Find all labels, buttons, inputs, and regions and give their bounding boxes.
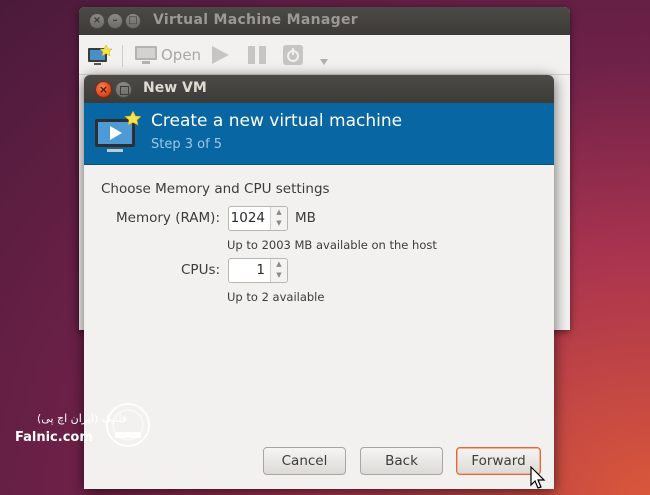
- mouse-cursor-icon: [530, 465, 546, 494]
- section-label: Choose Memory and CPU settings: [101, 181, 330, 197]
- toolbar-separator: [122, 45, 123, 67]
- play-icon[interactable]: [209, 44, 231, 70]
- cancel-button[interactable]: Cancel: [263, 447, 346, 475]
- virtual-machine-icon: [93, 110, 142, 161]
- toolbar: Open: [79, 35, 570, 75]
- watermark-text-en: Falnic.com: [15, 430, 93, 445]
- minimize-icon[interactable]: –: [107, 13, 123, 29]
- chevron-up-icon[interactable]: ▲: [271, 259, 287, 270]
- vm-manager-titlebar: × – □ Virtual Machine Manager: [79, 7, 570, 35]
- window-title: Virtual Machine Manager: [153, 12, 358, 28]
- dialog-titlebar: × New VM: [84, 75, 554, 103]
- cpus-spinbox[interactable]: 1 ▲ ▼: [228, 258, 288, 283]
- open-button-label[interactable]: Open: [161, 46, 201, 64]
- cpus-label: CPUs:: [181, 262, 221, 278]
- chevron-down-icon[interactable]: ▼: [271, 270, 287, 281]
- chevron-up-icon[interactable]: ▲: [271, 207, 287, 218]
- pause-icon[interactable]: [246, 44, 268, 70]
- falnic-logo-icon: [105, 402, 151, 452]
- maximize-icon[interactable]: □: [125, 13, 141, 29]
- chevron-down-icon[interactable]: [319, 51, 329, 70]
- wizard-title: Create a new virtual machine: [151, 111, 403, 131]
- cpus-value[interactable]: 1: [256, 262, 265, 278]
- memory-hint: Up to 2003 MB available on the host: [227, 238, 437, 252]
- dialog-content: Choose Memory and CPU settings Memory (R…: [84, 165, 554, 489]
- wizard-header: Create a new virtual machine Step 3 of 5: [84, 103, 554, 165]
- dialog-title: New VM: [143, 80, 207, 96]
- memory-spinbox[interactable]: 1024 ▲ ▼: [228, 206, 288, 231]
- new-vm-dialog: × New VM Create a new virtual machine St…: [84, 75, 554, 489]
- wizard-step: Step 3 of 5: [151, 137, 223, 152]
- cpus-hint: Up to 2 available: [227, 290, 325, 304]
- forward-button[interactable]: Forward: [456, 447, 541, 475]
- maximize-icon[interactable]: [115, 81, 132, 98]
- memory-spin-arrows[interactable]: ▲ ▼: [270, 207, 287, 230]
- chevron-down-icon[interactable]: ▼: [271, 218, 287, 229]
- close-icon[interactable]: ×: [95, 81, 112, 98]
- power-icon[interactable]: [282, 44, 304, 70]
- memory-value[interactable]: 1024: [231, 210, 265, 226]
- new-vm-icon[interactable]: [86, 44, 113, 72]
- monitor-icon[interactable]: [134, 44, 158, 70]
- memory-label: Memory (RAM):: [116, 210, 220, 226]
- back-button[interactable]: Back: [360, 447, 443, 475]
- close-icon[interactable]: ×: [89, 13, 105, 29]
- memory-unit: MB: [295, 210, 316, 226]
- cpus-spin-arrows[interactable]: ▲ ▼: [270, 259, 287, 282]
- watermark-text-fa: فلنیک (ایران اچ پی): [37, 412, 128, 425]
